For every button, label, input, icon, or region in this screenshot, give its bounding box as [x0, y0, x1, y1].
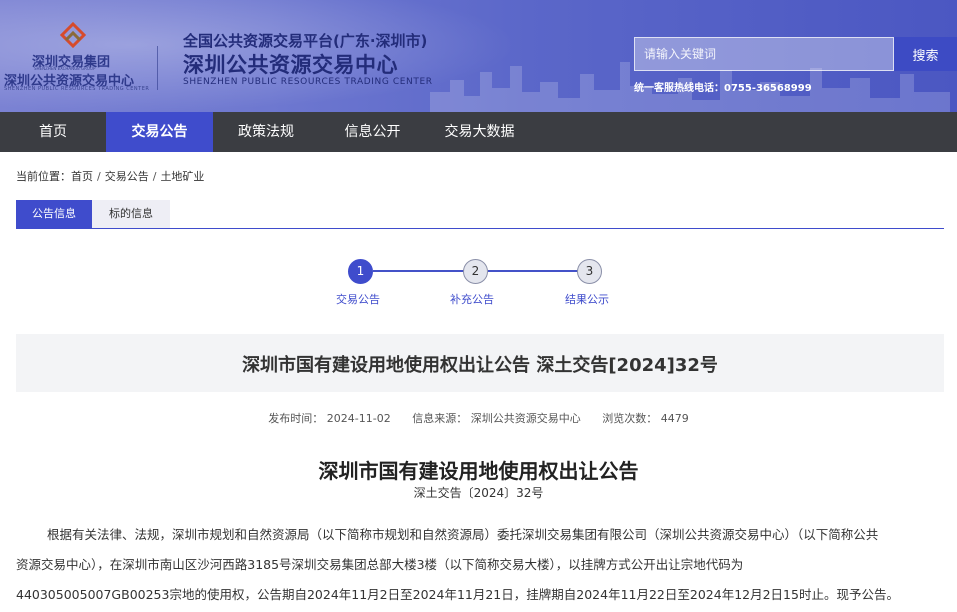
- view-count-value: 4479: [660, 412, 689, 425]
- view-count: 浏览次数： 4479: [602, 412, 689, 425]
- search-button[interactable]: 搜索: [894, 37, 957, 71]
- site-title: 深圳公共资源交易中心: [183, 53, 398, 77]
- tab-subject-info[interactable]: 标的信息: [92, 200, 170, 228]
- service-hotline: 统一客服热线电话：0755-36568999: [634, 83, 812, 94]
- breadcrumb: 当前位置：首页 / 交易公告 / 土地矿业: [16, 168, 204, 184]
- nav-item-home[interactable]: 首页: [0, 112, 106, 152]
- step-2-circle[interactable]: 2: [463, 259, 488, 284]
- step-3-label[interactable]: 结果公示: [547, 291, 627, 307]
- nav-item-trading-announcements[interactable]: 交易公告: [106, 112, 213, 152]
- breadcrumb-item-home[interactable]: 首页: [71, 170, 93, 183]
- view-count-label: 浏览次数：: [602, 412, 658, 425]
- step-connector: [488, 270, 590, 272]
- content-tabs: 公告信息 标的信息: [16, 200, 944, 229]
- notice-meta: 发布时间： 2024-11-02 信息来源： 深圳公共资源交易中心 浏览次数： …: [0, 410, 957, 426]
- platform-name: 全国公共资源交易平台(广东·深圳市): [183, 32, 428, 50]
- logo-center-english-name: SHENZHEN PUBLIC RESOURCES TRADING CENTER: [4, 86, 150, 92]
- tab-announcement-info[interactable]: 公告信息: [16, 200, 92, 228]
- notice-title: 深圳市国有建设用地使用权出让公告 深土交告[2024]32号: [242, 355, 718, 376]
- main-nav: 首页 交易公告 政策法规 信息公开 交易大数据: [0, 112, 957, 152]
- site-title-english: SHENZHEN PUBLIC RESOURCES TRADING CENTER: [183, 77, 433, 87]
- info-source: 信息来源： 深圳公共资源交易中心: [412, 412, 581, 425]
- exchange-group-logo-icon: [59, 22, 87, 49]
- step-1-circle[interactable]: 1: [348, 259, 373, 284]
- document-body-line: 440305005007GB00253宗地的使用权，公告期自2024年11月2日…: [16, 587, 899, 602]
- nav-item-policies[interactable]: 政策法规: [213, 112, 319, 152]
- step-2-label[interactable]: 补充公告: [432, 291, 512, 307]
- publish-time-value: 2024-11-02: [326, 412, 391, 425]
- breadcrumb-item-land-mining[interactable]: 土地矿业: [160, 170, 204, 183]
- document-body: 根据有关法律、法规，深圳市规划和自然资源局（以下简称市规划和自然资源局）委托深圳…: [16, 520, 944, 610]
- document-title: 深圳市国有建设用地使用权出让公告: [318, 459, 639, 483]
- document-body-line: 资源交易中心），在深圳市南山区沙河西路3185号深圳交易集团总部大楼3楼（以下简…: [16, 557, 744, 572]
- document-number: 深土交告〔2024〕32号: [413, 486, 544, 500]
- breadcrumb-separator: /: [152, 170, 157, 183]
- site-header: 深圳交易集团 SHENZHEN EXCHANGE GROUP 深圳公共资源交易中…: [0, 0, 957, 112]
- step-1-label[interactable]: 交易公告: [318, 291, 398, 307]
- nav-item-information-disclosure[interactable]: 信息公开: [319, 112, 426, 152]
- publish-time-label: 发布时间：: [268, 412, 324, 425]
- document-body-line: 根据有关法律、法规，深圳市规划和自然资源局（以下简称市规划和自然资源局）委托深圳…: [47, 527, 879, 542]
- step-3-circle[interactable]: 3: [577, 259, 602, 284]
- search-input[interactable]: [634, 37, 894, 71]
- step-connector: [373, 270, 475, 272]
- breadcrumb-item-announcements[interactable]: 交易公告: [105, 170, 149, 183]
- breadcrumb-prefix: 当前位置：: [16, 170, 71, 183]
- publish-time: 发布时间： 2024-11-02: [268, 412, 390, 425]
- header-divider: [157, 46, 158, 90]
- nav-item-trading-big-data[interactable]: 交易大数据: [426, 112, 533, 152]
- site-logo[interactable]: 深圳交易集团 SHENZHEN EXCHANGE GROUP 深圳公共资源交易中…: [4, 20, 154, 92]
- notice-title-box: 深圳市国有建设用地使用权出让公告 深土交告[2024]32号: [16, 334, 944, 392]
- breadcrumb-separator: /: [97, 170, 101, 183]
- info-source-value: 深圳公共资源交易中心: [470, 412, 581, 425]
- info-source-label: 信息来源：: [412, 412, 468, 425]
